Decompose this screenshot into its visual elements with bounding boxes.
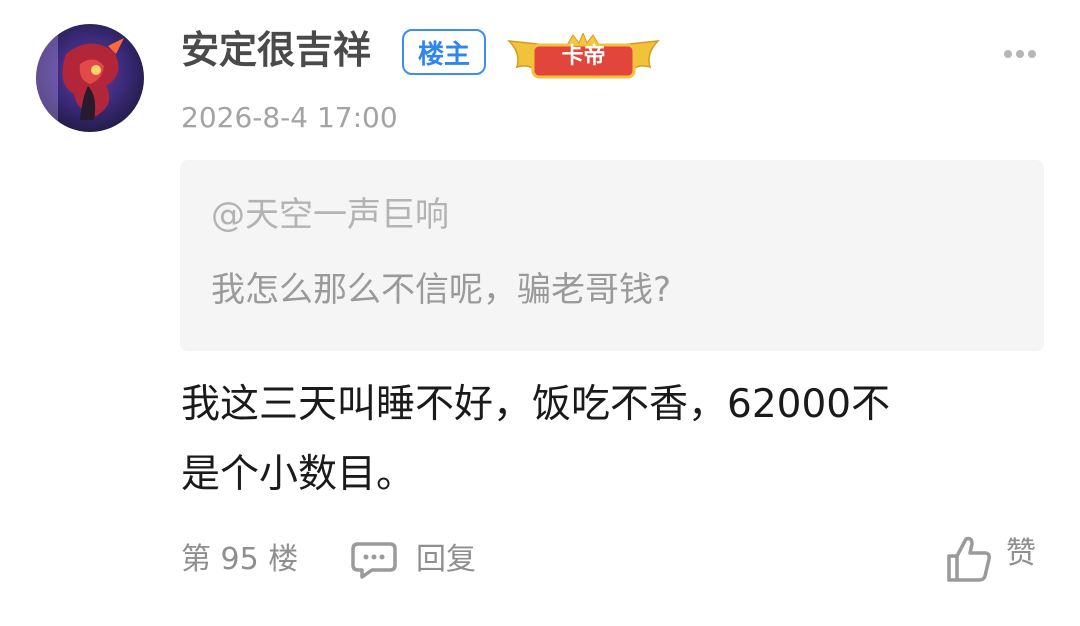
- quote-text: 我怎么那么不信呢，骗老哥钱?: [211, 270, 672, 310]
- content-line: 是个小数目。: [181, 452, 416, 497]
- post-content: 我这三天叫睡不好，饭吃不香，62000不 是个小数目。: [181, 370, 1061, 510]
- more-dots-icon[interactable]: [1002, 47, 1038, 61]
- thumbs-up-icon: [946, 535, 992, 583]
- level-badge: 卡帝: [507, 33, 660, 81]
- floor-number: 第 95 楼: [181, 542, 299, 577]
- level-badge-label: 卡帝: [561, 44, 606, 69]
- content-line: 我这三天叫睡不好，饭吃不香，62000不: [181, 382, 891, 427]
- quote-author[interactable]: @天空一声巨响: [211, 194, 449, 236]
- reply-button[interactable]: 回复: [350, 538, 476, 582]
- op-badge: 楼主: [402, 29, 486, 75]
- avatar[interactable]: [36, 24, 144, 132]
- quoted-reply[interactable]: @天空一声巨响 我怎么那么不信呢，骗老哥钱?: [180, 160, 1044, 351]
- like-label: 赞: [1006, 536, 1036, 571]
- username[interactable]: 安定很吉祥: [181, 24, 371, 76]
- reply-label: 回复: [416, 542, 476, 577]
- like-button[interactable]: 赞: [946, 534, 1036, 584]
- post-timestamp: 2026-8-4 17:00: [181, 101, 398, 134]
- comment-bubble-icon: [350, 540, 398, 580]
